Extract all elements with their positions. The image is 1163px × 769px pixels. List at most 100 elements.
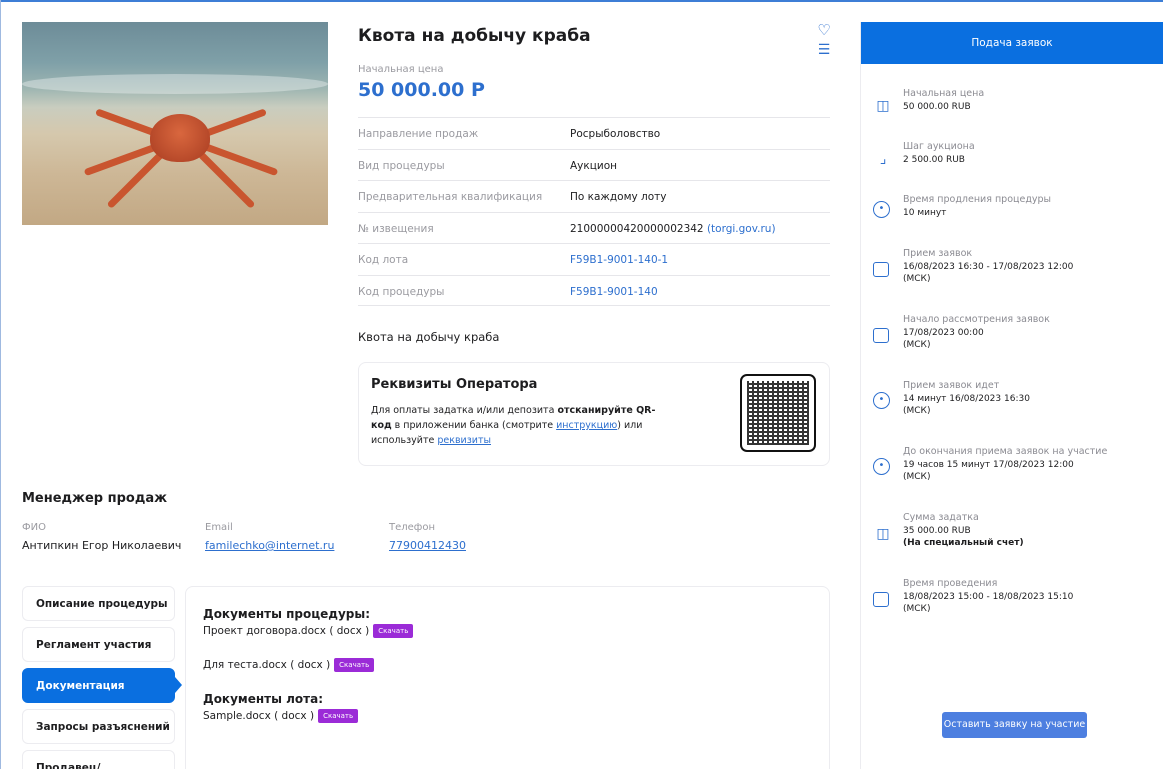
side-item-value: 16/08/2023 16:30 - 17/08/2023 12:00 (МСК… — [903, 261, 1153, 285]
info-value: Росрыболовство — [570, 128, 661, 140]
heart-icon[interactable]: ♡ — [816, 22, 832, 38]
torgi-link[interactable]: (torgi.gov.ru) — [707, 223, 776, 235]
side-item-label: Время проведения — [903, 578, 998, 589]
side-item-value-line: 14 минут 16/08/2023 16:30 — [903, 394, 1030, 404]
requisites-text: Для оплаты задатка и/или депозита отскан… — [371, 403, 671, 448]
lot-photo — [22, 22, 328, 225]
side-item-label: Сумма задатка — [903, 512, 979, 523]
lot-docs-heading: Документы лота: — [203, 692, 324, 706]
notice-number: 21000000420000002342 — [570, 222, 704, 235]
divider — [358, 305, 830, 306]
info-value: Аукцион — [570, 159, 617, 172]
submit-applications-header[interactable]: Подача заявок — [861, 22, 1163, 64]
info-key: Код лота — [358, 254, 409, 266]
download-button[interactable]: Скачать — [373, 624, 414, 638]
phone-label: Телефон — [389, 522, 436, 533]
side-item-value: 17/08/2023 00:00 (МСК) — [903, 327, 1153, 351]
window-left-border — [0, 0, 1, 769]
side-item-value-line: (МСК) — [903, 472, 931, 482]
documents-card: Документы процедуры: Проект договора.doc… — [185, 586, 830, 769]
clock-icon: • — [873, 458, 890, 475]
info-key: Предварительная квалификация — [358, 191, 543, 203]
fio-label: ФИО — [22, 522, 46, 533]
calendar-icon — [873, 328, 889, 343]
window-top-border — [0, 0, 1163, 2]
side-item-value-line: (На специальный счет) — [903, 538, 1024, 548]
side-item-value: 35 000.00 RUB (На специальный счет) — [903, 525, 1153, 549]
side-item-label: Начало рассмотрения заявок — [903, 314, 1050, 325]
fio-value: Антипкин Егор Николаевич — [22, 539, 182, 552]
requisites-title: Реквизиты Оператора — [371, 377, 538, 392]
tab-seller-organizer[interactable]: Продавец/Организатор — [22, 750, 175, 769]
tab-description[interactable]: Описание процедуры — [22, 586, 175, 621]
info-key: № извещения — [358, 222, 434, 235]
money-icon: ◫ — [876, 98, 890, 114]
info-key: Направление продаж — [358, 128, 479, 140]
requisites-link[interactable]: реквизиты — [437, 435, 491, 446]
clock-icon: • — [873, 201, 890, 218]
layers-icon[interactable]: ☰ — [816, 42, 832, 58]
phone-link[interactable]: 77900412430 — [389, 539, 466, 552]
requisites-card: Реквизиты Оператора Для оплаты задатка и… — [358, 362, 830, 466]
instruction-link[interactable]: инструкцию — [556, 420, 617, 431]
info-row: № извещения 21000000420000002342 (torgi.… — [358, 211, 830, 244]
procedure-docs-heading: Документы процедуры: — [203, 607, 371, 621]
manager-title: Менеджер продаж — [22, 491, 168, 506]
info-key: Вид процедуры — [358, 159, 445, 172]
document-name: Sample.docx ( docx ) — [203, 710, 315, 722]
tab-documentation[interactable]: Документация — [22, 668, 175, 703]
side-item-value: 18/08/2023 15:00 - 18/08/2023 15:10 (МСК… — [903, 591, 1153, 615]
requisites-text-part: Для оплаты задатка и/или депозита — [371, 405, 558, 416]
start-price-label: Начальная цена — [358, 64, 444, 75]
side-item-label: До окончания приема заявок на участие — [903, 446, 1108, 457]
side-item-label: Прием заявок идет — [903, 380, 1000, 391]
side-item-label: Шаг аукциона — [903, 141, 975, 152]
side-item-value-line: (МСК) — [903, 406, 931, 416]
side-item-value-line: 17/08/2023 00:00 — [903, 328, 984, 338]
side-item-value: 2 500.00 RUB — [903, 155, 965, 165]
info-value: По каждому лоту — [570, 191, 667, 203]
lot-code-link[interactable]: F59B1-9001-140-1 — [570, 254, 668, 266]
download-button[interactable]: Скачать — [334, 658, 375, 672]
info-row: Направление продаж Росрыболовство — [358, 117, 830, 149]
side-item-value: 50 000.00 RUB — [903, 102, 971, 112]
side-item-value-line: 35 000.00 RUB — [903, 526, 971, 536]
info-row: Код процедуры F59B1-9001-140 — [358, 274, 830, 307]
clock-icon: • — [873, 392, 890, 409]
document-name: Для теста.docx ( docx ) — [203, 659, 331, 671]
side-item-label: Время продления процедуры — [903, 194, 1052, 205]
start-price-value: 50 000.00 Р — [358, 79, 485, 101]
info-row: Вид процедуры Аукцион — [358, 148, 830, 181]
lot-title: Квота на добычу краба — [358, 26, 591, 46]
lot-info-table: Направление продаж Росрыболовство Вид пр… — [358, 117, 830, 306]
tab-regulations[interactable]: Регламент участия — [22, 627, 175, 662]
side-item-value: 10 минут — [903, 208, 947, 218]
application-panel: Подача заявок ◫ Начальная цена 50 000.00… — [860, 22, 1163, 769]
info-row: Предварительная квалификация По каждому … — [358, 180, 830, 212]
info-value: 21000000420000002342 (torgi.gov.ru) — [570, 223, 776, 235]
side-item-value-line: 18/08/2023 15:00 - 18/08/2023 15:10 — [903, 592, 1074, 602]
side-item-value-line: (МСК) — [903, 274, 931, 284]
document-item: Для теста.docx ( docx ) Скачать — [203, 658, 375, 672]
document-item: Проект договора.docx ( docx ) Скачать — [203, 624, 414, 638]
side-item-label: Прием заявок — [903, 248, 973, 259]
download-button[interactable]: Скачать — [318, 709, 359, 723]
money-icon: ◫ — [876, 526, 890, 542]
procedure-code-link[interactable]: F59B1-9001-140 — [570, 286, 658, 298]
side-item-value-line: (МСК) — [903, 340, 931, 350]
apply-button[interactable]: Оставить заявку на участие — [942, 712, 1087, 738]
side-item-label: Начальная цена — [903, 88, 985, 99]
qr-code — [740, 374, 816, 452]
calendar-icon — [873, 262, 889, 277]
document-name: Проект договора.docx ( docx ) — [203, 625, 370, 637]
active-tab-indicator — [175, 677, 182, 693]
tab-clarification-requests[interactable]: Запросы разъяснений — [22, 709, 175, 744]
side-item-value: 14 минут 16/08/2023 16:30 (МСК) — [903, 393, 1153, 417]
email-link[interactable]: familechko@internet.ru — [205, 539, 334, 552]
stairs-icon: ⌟ — [879, 151, 887, 167]
side-item-value-line: (МСК) — [903, 604, 931, 614]
side-item-value: 19 часов 15 минут 17/08/2023 12:00 (МСК) — [903, 459, 1153, 483]
email-label: Email — [205, 522, 233, 533]
requisites-text-part: в приложении банка (смотрите — [391, 420, 557, 431]
side-item-value-line: 16/08/2023 16:30 - 17/08/2023 12:00 — [903, 262, 1074, 272]
